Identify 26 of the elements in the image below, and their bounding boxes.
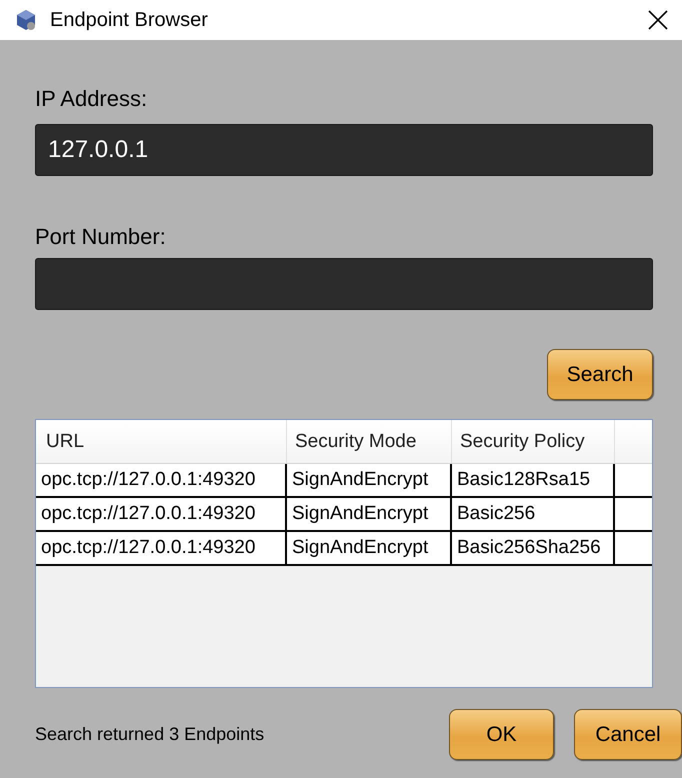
- column-header[interactable]: URL: [36, 420, 287, 463]
- table-cell: Basic128Rsa15: [452, 464, 615, 496]
- search-button[interactable]: Search: [547, 349, 653, 400]
- table-cell: Basic256Sha256: [452, 532, 615, 564]
- table-cell: opc.tcp://127.0.0.1:49320: [36, 498, 287, 530]
- app-icon: [16, 9, 36, 31]
- field-label: IP Address:: [35, 86, 148, 113]
- table-cell: Basic256: [452, 498, 615, 530]
- column-header[interactable]: Security Policy: [452, 420, 615, 463]
- ok-button[interactable]: OK: [449, 709, 554, 760]
- input-field[interactable]: [35, 258, 653, 310]
- field-label: Port Number:: [35, 224, 167, 251]
- table-row[interactable]: opc.tcp://127.0.0.1:49320 SignAndEncrypt Basic256Sha256: [36, 532, 652, 566]
- table-cell: opc.tcp://127.0.0.1:49320: [36, 532, 287, 564]
- table-cell: SignAndEncrypt: [287, 464, 452, 496]
- close-button[interactable]: [646, 8, 670, 32]
- table-cell: opc.tcp://127.0.0.1:49320: [36, 464, 287, 496]
- table-cell: SignAndEncrypt: [287, 532, 452, 564]
- column-header[interactable]: Security Mode: [287, 420, 452, 463]
- table-cell: SignAndEncrypt: [287, 498, 452, 530]
- input-field[interactable]: 127.0.0.1: [35, 124, 653, 176]
- cancel-button[interactable]: Cancel: [574, 709, 682, 760]
- table-row[interactable]: opc.tcp://127.0.0.1:49320 SignAndEncrypt Basic256: [36, 498, 652, 532]
- window-title: Endpoint Browser: [50, 8, 209, 32]
- status-text: Search returned 3 Endpoints: [35, 724, 266, 745]
- table-row[interactable]: opc.tcp://127.0.0.1:49320 SignAndEncrypt Basic128Rsa15: [36, 464, 652, 498]
